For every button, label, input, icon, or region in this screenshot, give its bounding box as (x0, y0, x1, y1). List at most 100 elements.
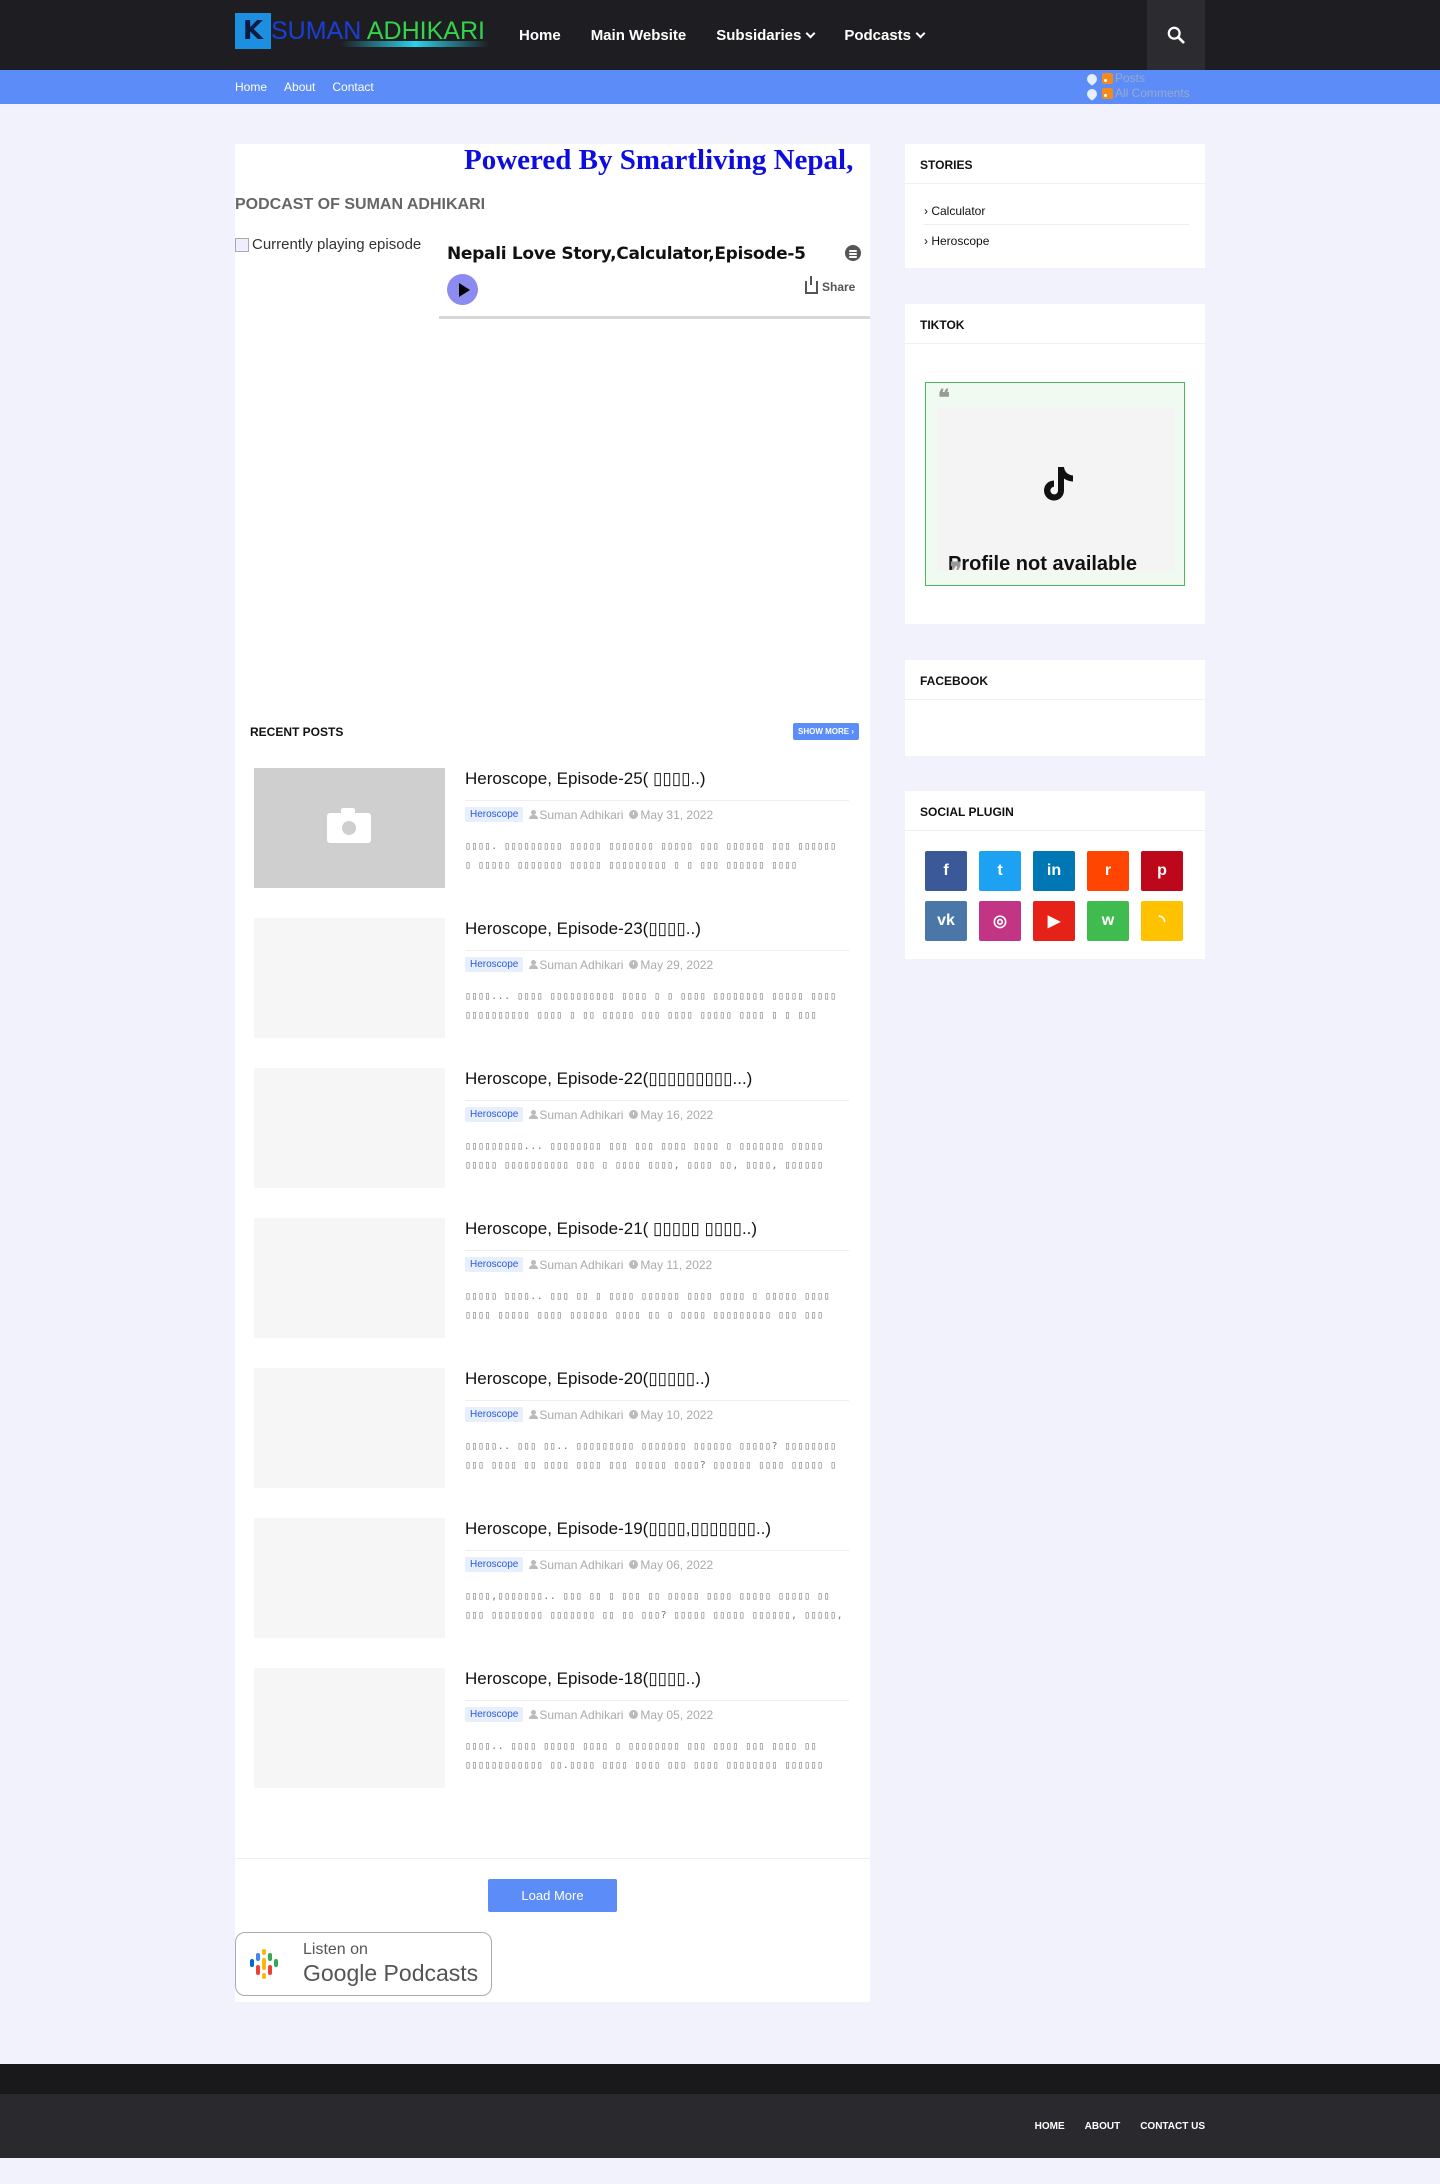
subnav-contact[interactable]: Contact (332, 80, 373, 94)
share-label: Share (822, 280, 856, 294)
post-item[interactable]: Heroscope, Episode-20(▯▯▯▯▯..) Heroscope S… (254, 1368, 849, 1488)
facebook-icon[interactable]: f (925, 851, 967, 891)
post-item[interactable]: Heroscope, Episode-23(▯▯▯▯..) Heroscope Su… (254, 918, 849, 1038)
post-title[interactable]: Heroscope, Episode-25( ▯▯▯▯..) (465, 769, 706, 789)
search-icon (1167, 26, 1185, 44)
nav-podcasts[interactable]: Podcasts (829, 27, 939, 44)
post-item[interactable]: Heroscope, Episode-19(▯▯▯▯,▯▯▯▯▯▯▯..) Her… (254, 1518, 849, 1638)
post-thumbnail[interactable] (254, 1668, 445, 1788)
post-author: Suman Adhikari (529, 1408, 623, 1422)
post-snippet: ▯▯▯▯.. ▯▯▯▯ ▯▯▯▯▯ ▯▯▯▯ ▯ ▯▯▯▯▯▯▯▯ ▯▯▯ ▯▯… (465, 1741, 824, 1771)
show-more-button[interactable]: SHOW MORE › (793, 723, 859, 740)
play-button[interactable] (447, 274, 478, 305)
tiktok-embed[interactable]: ❝ Profile not available ❞ (925, 382, 1185, 586)
rss-icon (1102, 88, 1113, 99)
story-link-heroscope[interactable]: › Heroscope (924, 234, 989, 248)
stories-heading: STORIES (905, 144, 1205, 184)
vk-icon[interactable]: vk (925, 901, 967, 941)
clock-icon (629, 1259, 639, 1269)
post-date-text: May 11, 2022 (640, 1257, 713, 1272)
post-thumbnail[interactable] (254, 1368, 445, 1488)
post-title[interactable]: Heroscope, Episode-19(▯▯▯▯,▯▯▯▯▯▯▯..) (465, 1519, 771, 1539)
spotify-icon[interactable] (845, 245, 861, 261)
post-label-badge[interactable]: Heroscope (465, 1707, 524, 1722)
rss-icon[interactable]: ◝ (1141, 901, 1183, 941)
post-label-badge[interactable]: Heroscope (465, 1107, 524, 1122)
episode-title[interactable]: Nepali Love Story,Calculator,Episode-5 (447, 244, 806, 264)
footer-about-link[interactable]: ABOUT (1085, 2121, 1121, 2132)
footer-contact-link[interactable]: CONTACT US (1140, 2121, 1205, 2132)
post-date: May 06, 2022 (629, 1558, 713, 1572)
comments-feed-label: All Comments (1115, 86, 1190, 100)
post-thumbnail[interactable] (254, 1218, 445, 1338)
post-item[interactable]: Heroscope, Episode-18(▯▯▯▯..) Heroscope Su… (254, 1668, 849, 1788)
tiktok-profile-panel: Profile not available (938, 407, 1174, 575)
clock-icon (629, 1709, 639, 1719)
post-author-name: Suman Adhikari (539, 1107, 624, 1122)
post-thumbnail[interactable] (254, 768, 445, 888)
post-meta: Heroscope Suman Adhikari May 05, 2022 (465, 1707, 713, 1722)
episode-progress-bar[interactable] (439, 316, 870, 319)
post-item[interactable]: Heroscope, Episode-25( ▯▯▯▯..) Heroscope S… (254, 768, 849, 888)
reddit-icon[interactable]: r (1087, 851, 1129, 891)
post-title[interactable]: Heroscope, Episode-23(▯▯▯▯..) (465, 919, 701, 939)
search-button[interactable] (1147, 0, 1205, 70)
post-title[interactable]: Heroscope, Episode-18(▯▯▯▯..) (465, 1669, 701, 1689)
post-title[interactable]: Heroscope, Episode-20(▯▯▯▯▯..) (465, 1369, 710, 1389)
podcast-heading: PODCAST OF SUMAN ADHIKARI (235, 196, 486, 213)
share-button[interactable]: Share (805, 275, 856, 294)
post-snippet: ▯▯▯▯,▯▯▯▯▯▯▯.. ▯▯▯ ▯▯ ▯ ▯▯▯ ▯▯ ▯▯▯▯▯ ▯▯▯… (465, 1591, 844, 1621)
google-podcasts-label: Google Podcasts (303, 1960, 479, 1986)
subscribe-icon (1084, 86, 1100, 101)
post-item[interactable]: Heroscope, Episode-22(▯▯▯▯▯▯▯▯▯...) Heros… (254, 1068, 849, 1188)
post-label-badge[interactable]: Heroscope (465, 1557, 524, 1572)
google-podcasts-badge[interactable]: Listen on Google Podcasts (235, 1932, 492, 1996)
site-logo[interactable]: K SUMAN ADHIKARI (235, 13, 489, 49)
post-label-badge[interactable]: Heroscope (465, 807, 524, 822)
post-date: May 10, 2022 (629, 1408, 713, 1422)
pinterest-icon[interactable]: p (1141, 851, 1183, 891)
post-title[interactable]: Heroscope, Episode-21( ▯▯▯▯▯ ▯▯▯▯..) (465, 1219, 757, 1239)
post-label-badge[interactable]: Heroscope (465, 957, 524, 972)
post-snippet: ▯▯▯▯▯▯▯▯▯... ▯▯▯▯▯▯▯▯ ▯▯▯ ▯▯▯ ▯▯▯▯ ▯▯▯▯ … (465, 1141, 824, 1171)
linkedin-icon[interactable]: in (1033, 851, 1075, 891)
tiktok-icon (1044, 467, 1073, 501)
nav-subsidaries[interactable]: Subsidaries (701, 27, 829, 44)
twitter-icon[interactable]: t (979, 851, 1021, 891)
post-thumbnail[interactable] (254, 918, 445, 1038)
post-thumbnail[interactable] (254, 1518, 445, 1638)
youtube-icon[interactable]: ▶ (1033, 901, 1075, 941)
post-item[interactable]: Heroscope, Episode-21( ▯▯▯▯▯ ▯▯▯▯..) Hero… (254, 1218, 849, 1338)
instagram-icon[interactable]: ◎ (979, 901, 1021, 941)
story-link-calculator[interactable]: › Calculator (924, 204, 985, 218)
user-icon (529, 809, 539, 819)
post-date-text: May 05, 2022 (640, 1707, 714, 1722)
posts-feed-link[interactable]: Posts (1084, 71, 1190, 86)
secondary-navbar: Home About Contact Posts All Comments (0, 70, 1440, 104)
post-author: Suman Adhikari (529, 1708, 623, 1722)
load-more-button[interactable]: Load More (488, 1879, 617, 1912)
post-label-badge[interactable]: Heroscope (465, 1407, 524, 1422)
stories-widget: STORIES › Calculator › Heroscope (905, 144, 1205, 268)
post-thumbnail[interactable] (254, 1068, 445, 1188)
footer-top (0, 2064, 1440, 2094)
clock-icon (629, 1109, 639, 1119)
comments-feed-link[interactable]: All Comments (1084, 86, 1190, 101)
post-snippet: ▯▯▯▯▯ ▯▯▯▯.. ▯▯▯ ▯▯ ▯ ▯▯▯▯ ▯▯▯▯▯▯ ▯▯▯▯ ▯… (465, 1291, 831, 1321)
subnav-home[interactable]: Home (235, 80, 267, 94)
whatsapp-icon[interactable]: w (1087, 901, 1129, 941)
logo-k-icon: K (235, 13, 271, 49)
subnav-about[interactable]: About (284, 80, 315, 94)
nav-main-website[interactable]: Main Website (576, 27, 702, 44)
post-title[interactable]: Heroscope, Episode-22(▯▯▯▯▯▯▯▯▯...) (465, 1069, 752, 1089)
post-label-badge[interactable]: Heroscope (465, 1257, 524, 1272)
footer-home-link[interactable]: HOME (1035, 2121, 1065, 2132)
post-date-text: May 31, 2022 (640, 807, 714, 822)
user-icon (529, 1259, 539, 1269)
post-author-name: Suman Adhikari (539, 1557, 624, 1572)
post-author-name: Suman Adhikari (539, 957, 624, 972)
divider (465, 1100, 849, 1101)
facebook-heading: FACEBOOK (905, 660, 1205, 700)
post-meta: Heroscope Suman Adhikari May 29, 2022 (465, 957, 713, 972)
nav-home[interactable]: Home (504, 27, 576, 44)
